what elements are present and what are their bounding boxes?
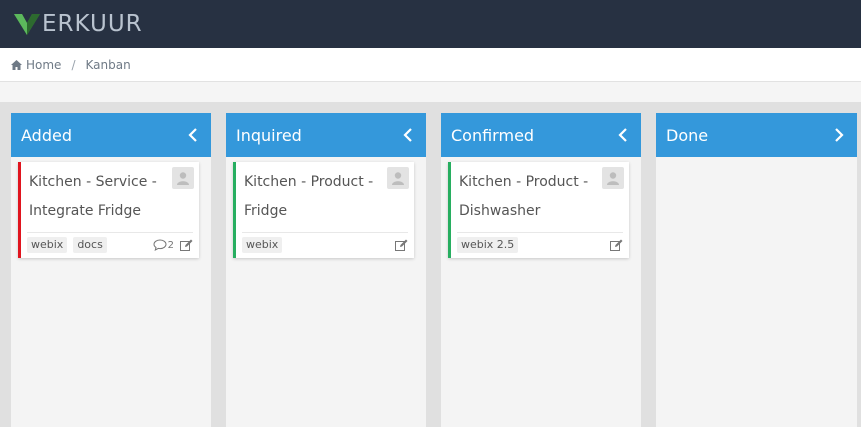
edit-icon[interactable] (180, 236, 193, 255)
card-tag: webix (242, 237, 283, 253)
edit-icon[interactable] (610, 236, 623, 255)
avatar-icon[interactable] (172, 167, 194, 189)
card-footer: webix 2.5 (457, 232, 623, 254)
card-text: Kitchen - Service - Integrate Fridge (29, 174, 157, 219)
chevron-left-icon[interactable] (185, 127, 201, 143)
logo-icon (14, 14, 40, 35)
column-header[interactable]: Done (656, 113, 857, 157)
card-tag: webix 2.5 (457, 237, 519, 253)
comment-count: 2 (167, 240, 174, 251)
column-body: Kitchen - Product - Dishwasher webix 2.5 (441, 157, 641, 427)
column-added: Added Kitchen - Service - Integrate Frid… (11, 113, 211, 427)
avatar-icon[interactable] (387, 167, 409, 189)
toolbar-strip (0, 82, 861, 102)
column-body: Kitchen - Service - Integrate Fridge web… (11, 157, 211, 427)
card-footer: webix docs 2 (27, 232, 193, 254)
chevron-left-icon[interactable] (615, 127, 631, 143)
card-text: Kitchen - Product - Dishwasher (459, 174, 589, 219)
column-title: Inquired (236, 125, 302, 145)
kanban-card[interactable]: Kitchen - Product - Fridge webix (233, 162, 414, 258)
kanban-card[interactable]: Kitchen - Service - Integrate Fridge web… (18, 162, 199, 258)
card-footer: webix (242, 232, 408, 254)
column-confirmed: Confirmed Kitchen - Product - Dishwasher… (441, 113, 641, 427)
column-header[interactable]: Confirmed (441, 113, 641, 157)
app-logo[interactable]: ERKUUR (14, 9, 143, 39)
avatar-icon[interactable] (602, 167, 624, 189)
chevron-right-icon[interactable] (831, 127, 847, 143)
column-title: Added (21, 125, 72, 145)
kanban-card[interactable]: Kitchen - Product - Dishwasher webix 2.5 (448, 162, 629, 258)
breadcrumb-separator: / (71, 57, 76, 72)
column-header[interactable]: Inquired (226, 113, 426, 157)
top-bar: ERKUUR (0, 0, 861, 48)
breadcrumb-home-label: Home (26, 57, 62, 72)
breadcrumb: Home / Kanban (0, 48, 861, 82)
chevron-left-icon[interactable] (400, 127, 416, 143)
home-icon (11, 59, 22, 70)
column-title: Confirmed (451, 125, 535, 145)
card-text: Kitchen - Product - Fridge (244, 174, 374, 219)
column-title: Done (666, 125, 709, 145)
column-body: Kitchen - Product - Fridge webix (226, 157, 426, 427)
column-header[interactable]: Added (11, 113, 211, 157)
comment-icon (153, 239, 167, 251)
column-inquired: Inquired Kitchen - Product - Fridge webi… (226, 113, 426, 427)
column-done: Done (656, 113, 857, 427)
breadcrumb-current: Kanban (85, 57, 131, 72)
card-tag: docs (73, 237, 107, 253)
column-body (656, 157, 857, 427)
edit-icon[interactable] (395, 236, 408, 255)
logo-text: ERKUUR (42, 11, 143, 37)
card-tag: webix (27, 237, 68, 253)
comments-button[interactable]: 2 (153, 239, 174, 251)
kanban-board: Added Kitchen - Service - Integrate Frid… (0, 102, 861, 427)
breadcrumb-home[interactable]: Home (11, 58, 61, 72)
